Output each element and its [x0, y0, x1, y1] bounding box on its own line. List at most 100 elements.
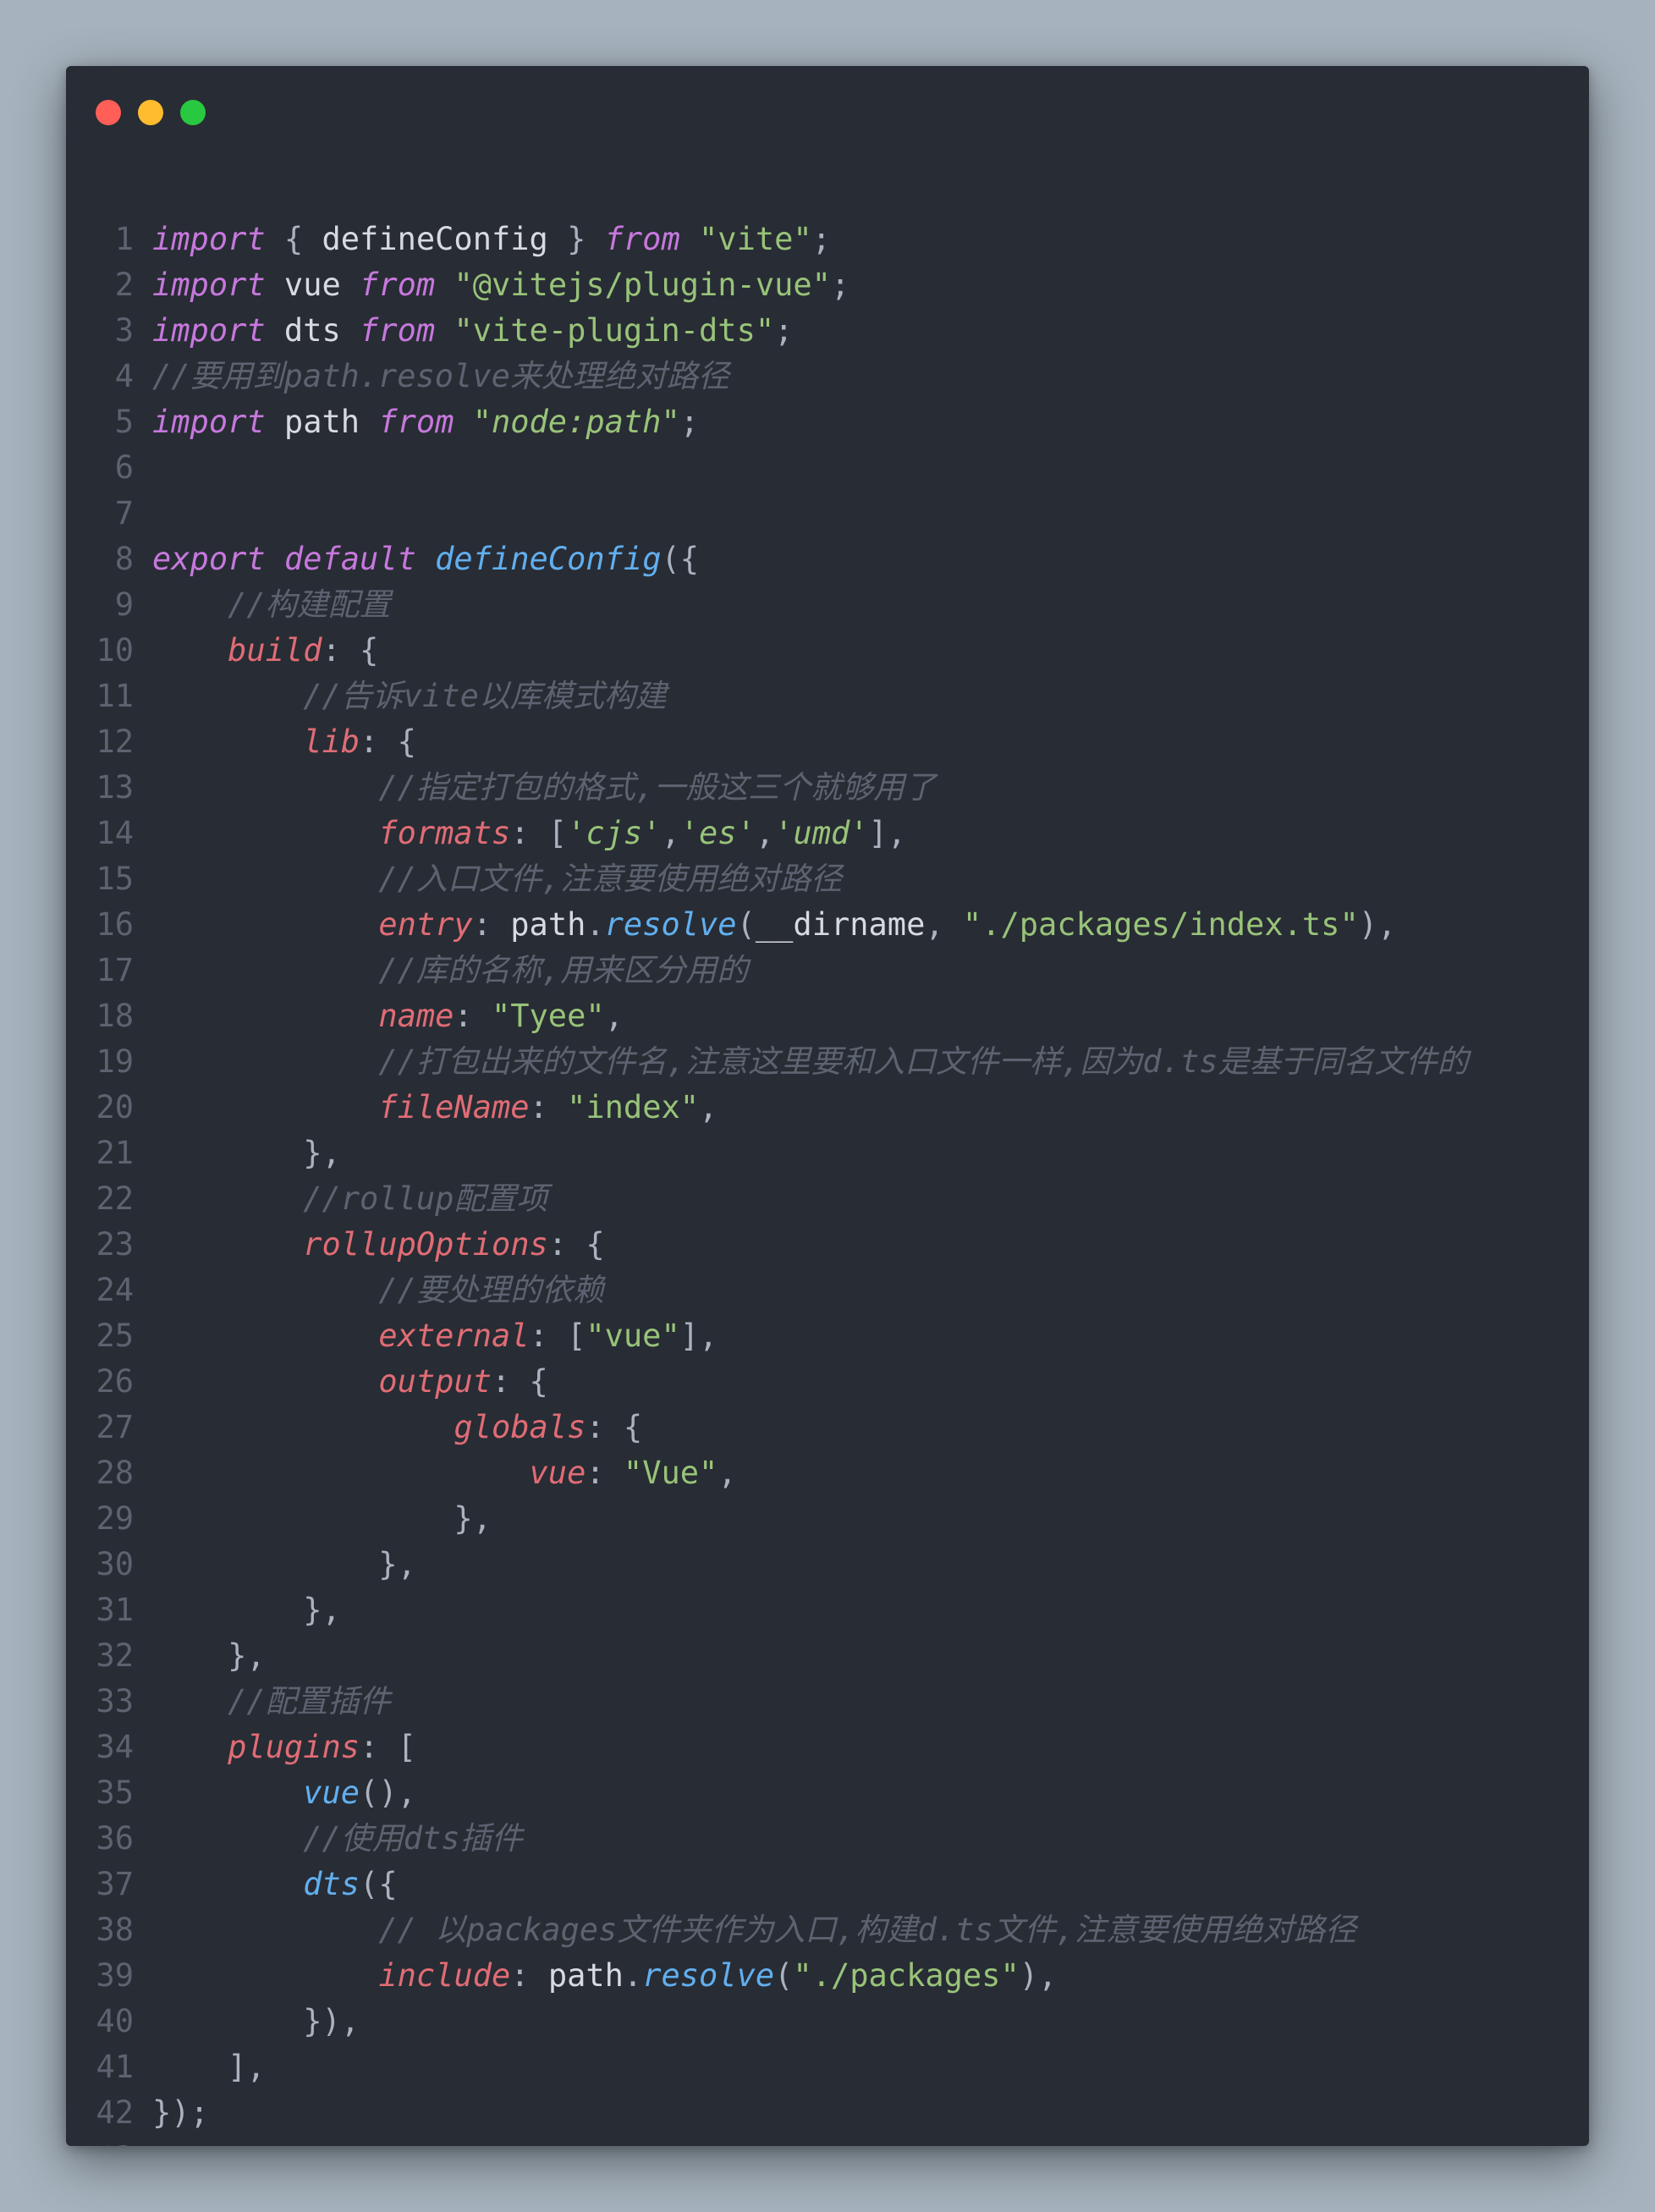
line-source: }),	[152, 1999, 360, 2044]
code-token: path	[265, 404, 379, 440]
code-token: path	[547, 1957, 624, 1994]
code-line: 43	[66, 2136, 1589, 2146]
code-token: : {	[360, 724, 416, 760]
line-number: 38	[96, 1912, 134, 1948]
line-source: },	[152, 1587, 341, 1633]
line-source: },	[152, 1542, 416, 1587]
code-token: },	[152, 1546, 416, 1582]
code-token: include	[378, 1957, 511, 1994]
code-line: 16 entry: path.resolve(__dirname, "./pac…	[66, 902, 1589, 948]
line-number: 20	[96, 1089, 134, 1125]
code-token: name	[378, 998, 454, 1034]
line-number: 24	[96, 1272, 134, 1308]
code-token: plugins	[228, 1729, 360, 1765]
line-number: 35	[96, 1775, 134, 1811]
line-source: import vue from "@vitejs/plugin-vue";	[152, 262, 849, 308]
line-number: 3	[114, 312, 134, 349]
line-source: // 以packages文件夹作为入口,构建d.ts文件,注意要使用绝对路径	[152, 1907, 1356, 1953]
code-token: });	[152, 2094, 209, 2131]
code-line: 14 formats: ['cjs','es','umd'],	[66, 811, 1589, 856]
code-token: vue	[265, 267, 360, 303]
line-source: rollupOptions: {	[152, 1222, 604, 1268]
close-dot-icon[interactable]	[96, 100, 121, 125]
line-number: 11	[96, 678, 134, 714]
code-line: 32 },	[66, 1633, 1589, 1679]
code-line: 35 vue(),	[66, 1770, 1589, 1816]
line-source: //入口文件,注意要使用绝对路径	[152, 856, 842, 902]
code-line: 26 output: {	[66, 1359, 1589, 1405]
line-number: 33	[96, 1683, 134, 1720]
line-source: name: "Tyee",	[152, 993, 624, 1039]
line-number: 15	[96, 861, 134, 897]
code-token: resolve	[642, 1957, 775, 1994]
code-token: : {	[586, 1409, 643, 1445]
code-token: :	[529, 1089, 568, 1125]
line-source: formats: ['cjs','es','umd'],	[152, 811, 906, 856]
code-token: build	[228, 632, 322, 669]
code-token: 'umd'	[774, 815, 869, 851]
code-token: "@vitejs/plugin-vue"	[454, 267, 831, 303]
line-number: 10	[96, 632, 134, 669]
line-number: 27	[96, 1409, 134, 1445]
code-token: globals	[454, 1409, 586, 1445]
code-token: : [	[529, 1318, 586, 1354]
code-token: }),	[152, 2003, 360, 2039]
line-number: 32	[96, 1637, 134, 1674]
code-token: //打包出来的文件名,注意这里要和入口文件一样,因为d.ts是基于同名文件的	[378, 1043, 1469, 1080]
code-token: ({	[360, 1866, 398, 1902]
line-number: 1	[114, 221, 134, 257]
code-token: },	[152, 1500, 492, 1537]
maximize-dot-icon[interactable]	[180, 100, 206, 125]
code-token: "./packages/index.ts"	[962, 906, 1359, 943]
line-number: 36	[96, 1820, 134, 1857]
code-token: //配置插件	[228, 1683, 391, 1720]
code-line: 34 plugins: [	[66, 1725, 1589, 1770]
code-line: 23 rollupOptions: {	[66, 1222, 1589, 1268]
line-number: 4	[114, 358, 134, 394]
code-token: //要处理的依赖	[378, 1272, 604, 1308]
code-token: :	[510, 1957, 548, 1994]
code-token: :	[454, 998, 492, 1034]
line-number: 21	[96, 1135, 134, 1171]
code-line: 42});	[66, 2090, 1589, 2136]
line-number: 34	[96, 1729, 134, 1765]
code-line: 15 //入口文件,注意要使用绝对路径	[66, 856, 1589, 902]
code-line: 28 vue: "Vue",	[66, 1450, 1589, 1496]
line-number: 14	[96, 815, 134, 851]
code-token: ({	[661, 541, 700, 577]
line-source: //打包出来的文件名,注意这里要和入口文件一样,因为d.ts是基于同名文件的	[152, 1039, 1469, 1085]
code-token: "node:path"	[472, 404, 680, 440]
line-number: 19	[96, 1043, 134, 1080]
code-line: 37 dts({	[66, 1862, 1589, 1907]
line-number: 8	[114, 541, 134, 577]
line-source: //告诉vite以库模式构建	[152, 674, 667, 719]
code-token: //入口文件,注意要使用绝对路径	[378, 861, 843, 897]
code-token: .	[623, 1957, 643, 1994]
code-token: //告诉vite以库模式构建	[303, 678, 667, 714]
code-token: //构建配置	[228, 586, 391, 623]
code-token: dts	[303, 1866, 360, 1902]
line-source: globals: {	[152, 1405, 642, 1450]
code-token: "./packages"	[793, 1957, 1020, 1994]
code-line: 10 build: {	[66, 628, 1589, 674]
code-window: 1 import { defineConfig } from "vite"; 2 im…	[66, 66, 1589, 2146]
code-line: 24 //要处理的依赖	[66, 1268, 1589, 1313]
code-token: ;	[774, 312, 794, 349]
window-titlebar	[66, 66, 1589, 151]
minimize-dot-icon[interactable]	[138, 100, 163, 125]
line-source: //rollup配置项	[152, 1176, 547, 1222]
code-token: //库的名称,用来区分用的	[378, 952, 749, 988]
code-token: __dirname	[755, 906, 926, 943]
code-token: //rollup配置项	[303, 1180, 548, 1217]
